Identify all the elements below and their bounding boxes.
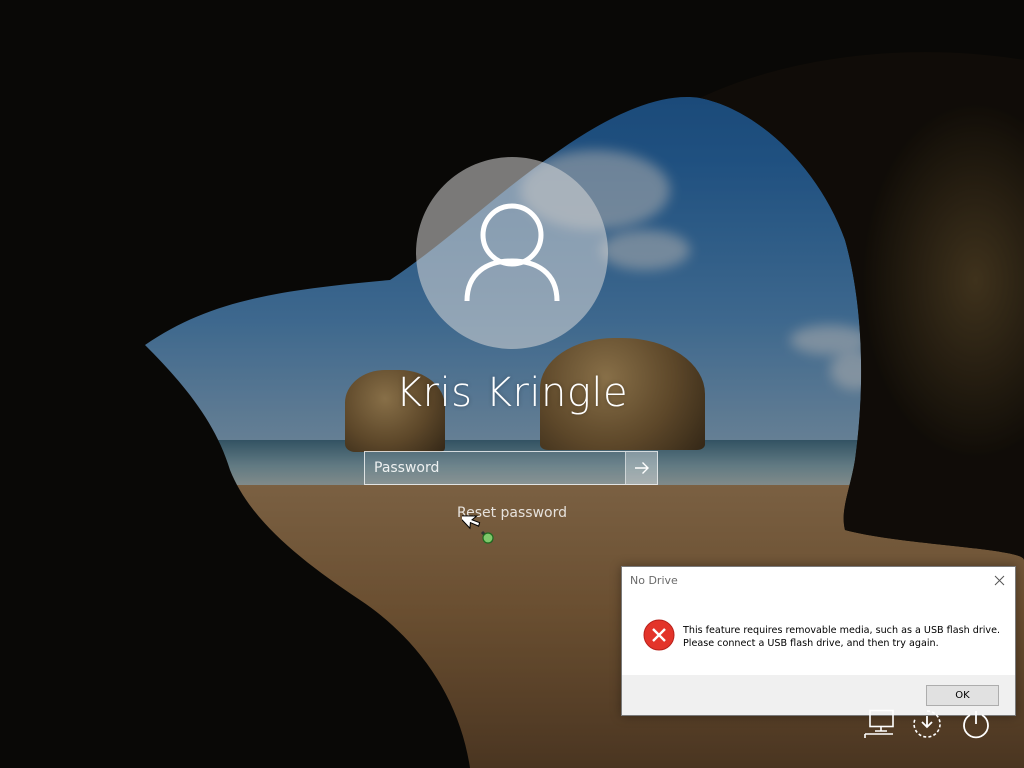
arrow-right-icon [634,462,649,474]
ease-of-access-icon [913,710,941,738]
busy-pointer-icon [462,515,494,544]
network-icon [864,709,894,738]
user-avatar [416,157,608,349]
close-icon [994,575,1004,585]
power-icon [963,711,989,739]
no-drive-dialog: No Drive This feature requires removable… [621,566,1016,716]
user-name: Kris Kringle [395,370,629,416]
password-input[interactable] [365,452,625,484]
dialog-footer: OK [622,675,1015,715]
power-button[interactable] [959,707,993,741]
reset-password-link[interactable]: Reset password [0,505,1024,521]
close-button[interactable] [990,571,1008,589]
ease-of-access-button[interactable] [910,707,944,741]
submit-button[interactable] [625,452,657,484]
user-icon [464,203,560,302]
ok-button[interactable]: OK [926,685,999,706]
dialog-title: No Drive [630,574,678,587]
dialog-message: This feature requires removable media, s… [683,625,1001,649]
network-button[interactable] [862,707,896,741]
error-icon [643,619,675,651]
password-box [364,451,658,485]
